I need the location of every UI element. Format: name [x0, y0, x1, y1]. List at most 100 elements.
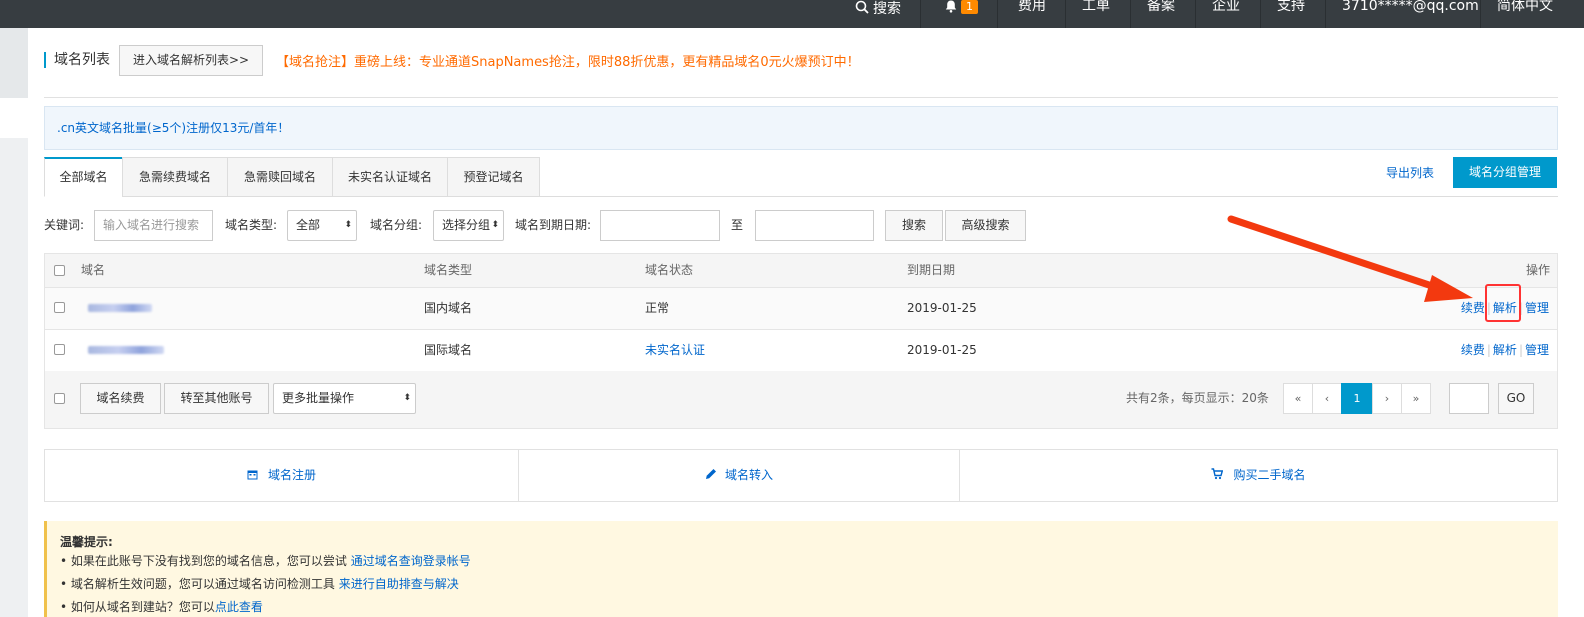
transfer-in-link[interactable]: 域名转入: [519, 450, 959, 501]
side-collapse-strip[interactable]: [0, 28, 28, 98]
expire-end-input[interactable]: [755, 210, 874, 241]
select-all-checkbox[interactable]: [54, 265, 65, 276]
type-select-value: 全部: [296, 218, 321, 232]
transfer-account-button[interactable]: 转至其他账号: [164, 383, 269, 414]
expire-date: 2019-01-25: [907, 343, 977, 357]
domain-name-redacted[interactable]: [88, 346, 164, 354]
bulk-select-checkbox[interactable]: [54, 393, 65, 404]
register-domain-link[interactable]: 域名注册: [45, 450, 518, 501]
row-actions: 续费 | 解析 | 管理: [1461, 330, 1549, 370]
tab-redeem-urgent[interactable]: 急需赎回域名: [227, 157, 333, 197]
tip-text: • 如果在此账号下没有找到您的域名信息，您可以尝试: [60, 554, 351, 568]
resolve-link[interactable]: 解析: [1493, 343, 1517, 357]
pagination-summary: 共有2条，每页显示：20条: [1126, 391, 1269, 405]
next-page-button[interactable]: ›: [1372, 383, 1402, 414]
bulk-more-select[interactable]: 更多批量操作 ⬍: [273, 383, 416, 414]
domain-status: 正常: [645, 301, 670, 315]
tab-preregistered[interactable]: 预登记域名: [447, 157, 540, 197]
expire-start-input[interactable]: [600, 210, 720, 241]
topbar-divider: [1325, 0, 1326, 28]
transfer-in-label: 域名转入: [724, 468, 773, 482]
topbar-divider: [1480, 0, 1481, 28]
type-select[interactable]: 全部 ⬍: [287, 210, 357, 241]
keyword-search-input[interactable]: 输入域名进行搜索: [94, 210, 213, 241]
tip-link-self-check[interactable]: 来进行自助排查与解决: [339, 577, 459, 591]
action-separator: |: [1486, 343, 1491, 357]
dns-list-button[interactable]: 进入域名解析列表>>: [119, 45, 263, 76]
renew-link[interactable]: 续费: [1461, 301, 1485, 315]
topbar-divider: [997, 0, 998, 28]
topbar-search[interactable]: 搜索: [855, 0, 901, 28]
topbar-divider: [1260, 0, 1261, 28]
bulk-more-value: 更多批量操作: [282, 391, 355, 405]
buy-secondhand-link[interactable]: 购买二手域名: [960, 450, 1557, 501]
notice-bar[interactable]: .cn英文域名批量(≥5个)注册仅13元/首年！: [44, 106, 1558, 150]
notice-text[interactable]: .cn英文域名批量(≥5个)注册仅13元/首年！: [57, 121, 289, 135]
topbar-icp[interactable]: 备案: [1147, 0, 1175, 28]
tip-link-view[interactable]: 点此查看: [215, 600, 263, 614]
col-ops: 操作: [1526, 263, 1551, 277]
group-select-value: 选择分组: [442, 218, 491, 232]
table-row: 国际域名 未实名认证 2019-01-25 续费 | 解析 | 管理: [44, 330, 1558, 372]
search-button[interactable]: 搜索: [885, 210, 943, 241]
domain-status-link[interactable]: 未实名认证: [645, 330, 705, 370]
topbar-support[interactable]: 支持: [1277, 0, 1305, 28]
topbar-account[interactable]: 3710*****@qq.com: [1342, 0, 1479, 28]
last-page-button[interactable]: »: [1401, 383, 1431, 414]
domain-name-redacted[interactable]: [88, 304, 152, 312]
group-select[interactable]: 选择分组 ⬍: [433, 210, 504, 241]
pencil-icon: [705, 469, 716, 479]
topbar-divider: [1130, 0, 1131, 28]
go-button[interactable]: GO: [1498, 383, 1534, 414]
advanced-search-button[interactable]: 高级搜索: [945, 210, 1026, 241]
annotation-highlight-box: [1485, 284, 1521, 322]
topbar-divider: [920, 0, 921, 28]
topbar-search-label: 搜索: [873, 1, 901, 17]
bulk-renew-button[interactable]: 域名续费: [80, 383, 161, 414]
page-number-input[interactable]: [1449, 383, 1489, 414]
group-manage-button[interactable]: 域名分组管理: [1453, 157, 1557, 188]
tips-panel: 温馨提示: • 如果在此账号下没有找到您的域名信息，您可以尝试 通过域名查询登录…: [44, 521, 1558, 617]
manage-link[interactable]: 管理: [1525, 343, 1549, 357]
topbar-language[interactable]: 简体中文: [1497, 0, 1553, 28]
register-domain-label: 域名注册: [267, 468, 316, 482]
tip-line: • 域名解析生效问题，您可以通过域名访问检测工具 来进行自助排查与解决: [60, 575, 459, 592]
topbar-notifications[interactable]: 1: [945, 0, 978, 28]
tip-text: • 域名解析生效问题，您可以通过域名访问检测工具: [60, 577, 339, 591]
quick-links: 域名注册 域名转入 购买二手域名: [44, 449, 1558, 502]
tip-line: • 如果在此账号下没有找到您的域名信息，您可以尝试 通过域名查询登录帐号: [60, 552, 471, 569]
table-header: 域名 域名类型 域名状态 到期日期 操作: [44, 253, 1558, 288]
group-label: 域名分组:: [370, 218, 423, 232]
row-checkbox[interactable]: [54, 344, 65, 355]
date-range-separator: 至: [731, 218, 744, 232]
tip-line: • 如何从域名到建站？您可以点此查看: [60, 598, 263, 615]
search-icon: [855, 0, 869, 14]
tab-renew-urgent[interactable]: 急需续费域名: [122, 157, 228, 197]
tip-link-account-lookup[interactable]: 通过域名查询登录帐号: [351, 554, 471, 568]
type-label: 域名类型:: [225, 218, 278, 232]
col-domain: 域名: [81, 263, 106, 277]
export-list-link[interactable]: 导出列表: [1386, 164, 1434, 181]
select-arrows-icon: ⬍: [344, 220, 352, 230]
promo-banner-link[interactable]: 【域名抢注】重磅上线：专业通道SnapNames抢注，限时88折优惠，更有精品域…: [276, 51, 860, 70]
expire-date: 2019-01-25: [907, 301, 977, 315]
renew-link[interactable]: 续费: [1461, 343, 1485, 357]
tab-all-domains[interactable]: 全部域名: [44, 157, 123, 197]
buy-secondhand-label: 购买二手域名: [1233, 468, 1306, 482]
select-arrows-icon: ⬍: [491, 220, 499, 230]
page-1-button[interactable]: 1: [1341, 383, 1373, 414]
topbar-tickets[interactable]: 工单: [1082, 0, 1110, 28]
col-type: 域名类型: [424, 263, 473, 277]
topbar-enterprise[interactable]: 企业: [1212, 0, 1240, 28]
topbar-fees[interactable]: 费用: [1018, 0, 1046, 28]
manage-link[interactable]: 管理: [1525, 301, 1549, 315]
domain-type: 国际域名: [424, 343, 473, 357]
first-page-button[interactable]: «: [1283, 383, 1313, 414]
action-separator: |: [1518, 343, 1523, 357]
select-arrows-icon: ⬍: [403, 393, 411, 403]
prev-page-button[interactable]: ‹: [1312, 383, 1342, 414]
tab-unverified[interactable]: 未实名认证域名: [332, 157, 448, 197]
row-checkbox[interactable]: [54, 302, 65, 313]
keyword-label: 关键词:: [44, 218, 85, 232]
col-expire: 到期日期: [907, 263, 956, 277]
